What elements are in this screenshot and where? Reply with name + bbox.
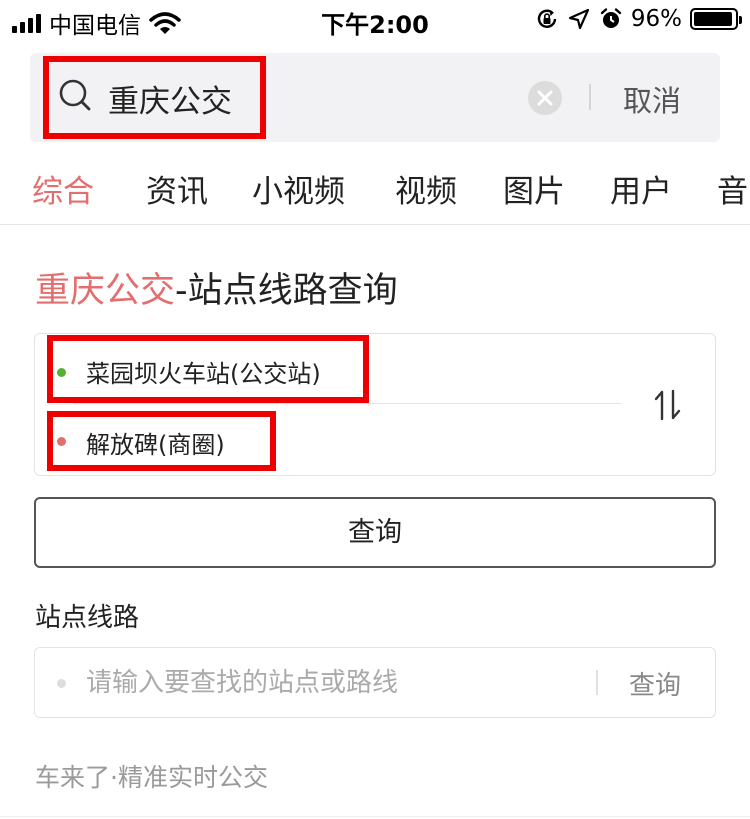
tab-short-video[interactable]: 小视频 [252, 166, 345, 211]
tab-images[interactable]: 图片 [503, 166, 565, 211]
card-title[interactable]: 重庆公交-站点线路查询 [35, 262, 398, 313]
to-station-input[interactable]: 解放碑(商圈) [86, 425, 225, 460]
search-input[interactable]: 重庆公交 [108, 76, 232, 121]
tab-users[interactable]: 用户 [610, 166, 672, 211]
swap-icon[interactable] [650, 388, 686, 422]
line-search-query-button[interactable]: 查询 [612, 665, 698, 702]
section-title-station-lines: 站点线路 [35, 603, 140, 633]
tab-bar: 综合 资讯 小视频 视频 图片 用户 音 [0, 166, 750, 212]
tabs-divider [0, 224, 750, 225]
search-icon [59, 79, 91, 111]
from-station-input[interactable]: 菜园坝火车站(公交站) [86, 354, 321, 389]
cancel-button[interactable]: 取消 [606, 78, 698, 120]
bottom-divider [0, 816, 750, 817]
battery-icon [690, 8, 742, 30]
rotation-lock-icon [537, 9, 557, 28]
alarm-icon [600, 8, 622, 28]
location-arrow-icon [568, 8, 589, 30]
card-title-highlight: 重庆公交 [35, 271, 176, 311]
status-bar: 中国电信 下午2:00 96% [0, 0, 750, 40]
battery-percent: 96% [630, 6, 682, 32]
tab-music[interactable]: 音 [717, 166, 748, 211]
wifi-icon [149, 12, 181, 34]
tab-comprehensive[interactable]: 综合 [32, 166, 94, 211]
tab-news[interactable]: 资讯 [146, 166, 208, 211]
card-title-rest: -站点线路查询 [175, 271, 398, 311]
carrier-name: 中国电信 [49, 13, 141, 39]
clear-icon[interactable] [528, 81, 562, 115]
to-dot [57, 437, 66, 446]
status-left: 中国电信 [12, 6, 181, 40]
signal-icon [12, 13, 41, 33]
status-right: 96% [535, 6, 742, 32]
line-search-input[interactable] [86, 663, 576, 703]
line-search-separator [596, 670, 598, 695]
route-divider [73, 403, 621, 404]
search-separator [589, 84, 591, 110]
from-dot [57, 368, 66, 377]
battery-level [694, 12, 733, 26]
line-search-dot [57, 679, 66, 688]
footer-source-link[interactable]: 车来了·精准实时公交 [35, 758, 268, 794]
query-button[interactable]: 查询 [34, 497, 716, 568]
tab-video[interactable]: 视频 [395, 166, 457, 211]
